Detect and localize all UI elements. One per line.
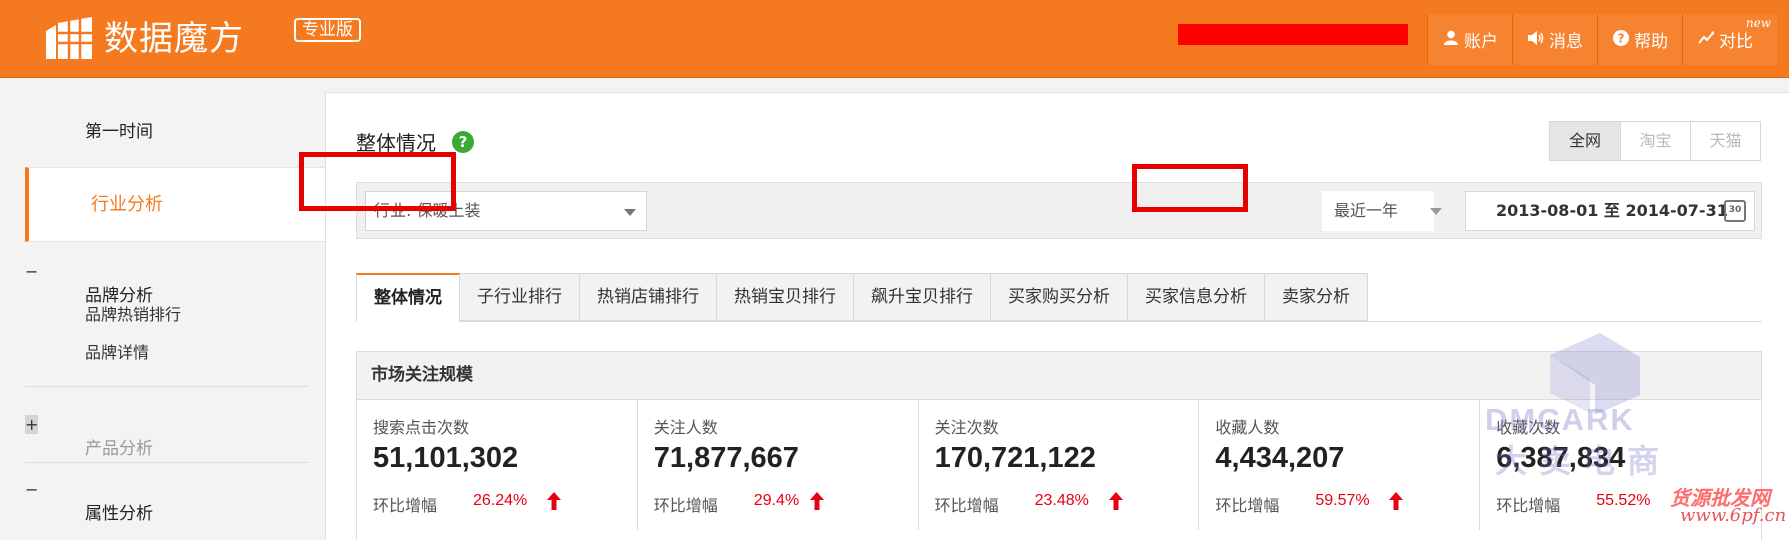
tab-buyer-purchase-analysis[interactable]: 买家购买分析 [991,273,1128,321]
stat-value: 51,101,302 [373,442,519,474]
calendar-icon[interactable]: 30 [1724,200,1746,222]
nav-help-label: 帮助 [1634,32,1668,52]
chevron-down-icon [624,209,636,216]
cube-logo-icon [44,17,94,61]
stat-card: 关注次数 170,721,122 环比增幅 23.48% [919,400,1200,530]
tab-buyer-info-analysis[interactable]: 买家信息分析 [1128,273,1265,321]
help-question-icon[interactable]: ? [452,130,474,153]
svg-text:?: ? [1618,31,1625,45]
watermark-brand: DMCARK [1485,402,1635,437]
collapse-icon[interactable]: − [25,262,38,281]
period-select[interactable]: 最近一年 [1322,191,1442,231]
stat-value: 4,434,207 [1215,442,1345,474]
filter-bar: 行业: 保暖上装 最近一年 2013-08-01 至 2014-07-31 30 [356,182,1762,239]
stat-label: 关注次数 [934,418,999,437]
period-select-value: 最近一年 [1334,201,1399,220]
top-nav: 账户 消息 ? 帮助 对比 new [1427,14,1777,65]
nav-messages-label: 消息 [1549,32,1583,52]
logo[interactable]: 数据魔方 专业版 [44,14,361,64]
analysis-tabs: 整体情况 子行业排行 热销店铺排行 热销宝贝排行 飙升宝贝排行 买家购买分析 买… [356,273,1368,322]
nav-help[interactable]: ? 帮助 [1597,14,1682,65]
stat-mom-label: 环比增幅 [373,496,438,515]
compare-icon [1697,30,1715,49]
watermark-site: www.6pf.cn [1680,505,1787,526]
stat-change: 29.4% [753,492,800,509]
scope-switch: 全网 淘宝 天猫 [1549,121,1761,161]
scope-all-button[interactable]: 全网 [1550,122,1620,160]
new-tag: new [1745,16,1771,30]
stat-value: 71,877,667 [653,442,799,474]
tab-seller-analysis[interactable]: 卖家分析 [1265,273,1368,321]
stat-mom-label: 环比增幅 [653,496,718,515]
stat-change: 59.57% [1315,492,1370,509]
speaker-icon [1527,30,1545,49]
arrow-up-icon [1108,492,1123,510]
date-range-value: 2013-08-01 至 2014-07-31 [1496,201,1728,220]
tab-hot-shop-ranking[interactable]: 热销店铺排行 [580,273,717,321]
logo-text: 数据魔方 [104,19,244,59]
nav-compare[interactable]: 对比 new [1682,14,1777,65]
sidebar-divider [25,386,308,387]
stat-mom-label: 环比增幅 [934,496,999,515]
sidebar-item-brand-detail[interactable]: 品牌详情 [25,338,325,368]
scope-tmall-button[interactable]: 天猫 [1690,122,1760,160]
arrow-up-icon [547,492,561,510]
sidebar-item-first-time[interactable]: 第一时间 [25,102,325,162]
question-icon: ? [1612,29,1630,50]
stat-change: 55.52% [1596,492,1651,509]
stat-change: 26.24% [473,492,528,509]
sidebar-group-attribute[interactable]: − 属性分析 [25,480,325,529]
scope-taobao-button[interactable]: 淘宝 [1620,122,1690,160]
stat-value: 170,721,122 [934,442,1096,474]
user-icon [1442,30,1460,49]
expand-icon[interactable]: + [25,415,39,434]
tab-hot-item-ranking[interactable]: 热销宝贝排行 [717,273,854,321]
sidebar-group-product-label: 产品分析 [85,439,153,459]
sidebar-item-industry-analysis[interactable]: 行业分析 [25,167,325,242]
stat-mom-label: 环比增幅 [1215,496,1280,515]
stat-mom-label: 环比增幅 [1496,496,1561,515]
stat-card: 收藏人数 4,434,207 环比增幅 59.57% [1199,400,1481,530]
stat-label: 关注人数 [653,418,718,437]
tab-overview[interactable]: 整体情况 [356,273,460,322]
nav-account-label: 账户 [1464,32,1498,52]
highlight-frame-industry [299,152,456,211]
redacted-bar [1178,24,1408,45]
sidebar-divider [25,462,308,463]
top-header: 数据魔方 专业版 账户 消息 ? 帮助 对比 new [0,0,1789,78]
sidebar-group-product[interactable]: + 产品分析 [25,415,325,464]
stat-card: 搜索点击次数 51,101,302 环比增幅 26.24% [357,400,638,530]
stat-label: 收藏人数 [1215,418,1280,437]
tab-subindustry-ranking[interactable]: 子行业排行 [460,273,580,321]
stat-card: 关注人数 71,877,667 环比增幅 29.4% [638,400,919,530]
collapse-icon[interactable]: − [25,480,38,499]
stat-label: 搜索点击次数 [373,418,470,437]
chevron-down-icon [1430,208,1442,215]
nav-compare-label: 对比 [1719,32,1753,52]
highlight-frame-period [1132,164,1248,212]
nav-messages[interactable]: 消息 [1512,14,1597,65]
watermark-cn: 大卖电商 [1495,442,1672,480]
arrow-up-icon [1389,492,1404,510]
arrow-up-icon [809,492,824,510]
pro-badge: 专业版 [294,18,361,42]
nav-account[interactable]: 账户 [1427,14,1512,65]
sidebar-group-attribute-label: 属性分析 [85,504,153,524]
date-range-field[interactable]: 2013-08-01 至 2014-07-31 30 [1465,191,1755,231]
sidebar-item-brand-ranking[interactable]: 品牌热销排行 [25,300,325,330]
panel-title: 市场关注规模 [357,352,1761,400]
stat-change: 23.48% [1034,492,1089,509]
tab-rising-item-ranking[interactable]: 飙升宝贝排行 [854,273,991,321]
sidebar: 第一时间 行业分析 − 品牌分析 品牌热销排行 品牌详情 + 产品分析 − 属性… [25,92,325,540]
